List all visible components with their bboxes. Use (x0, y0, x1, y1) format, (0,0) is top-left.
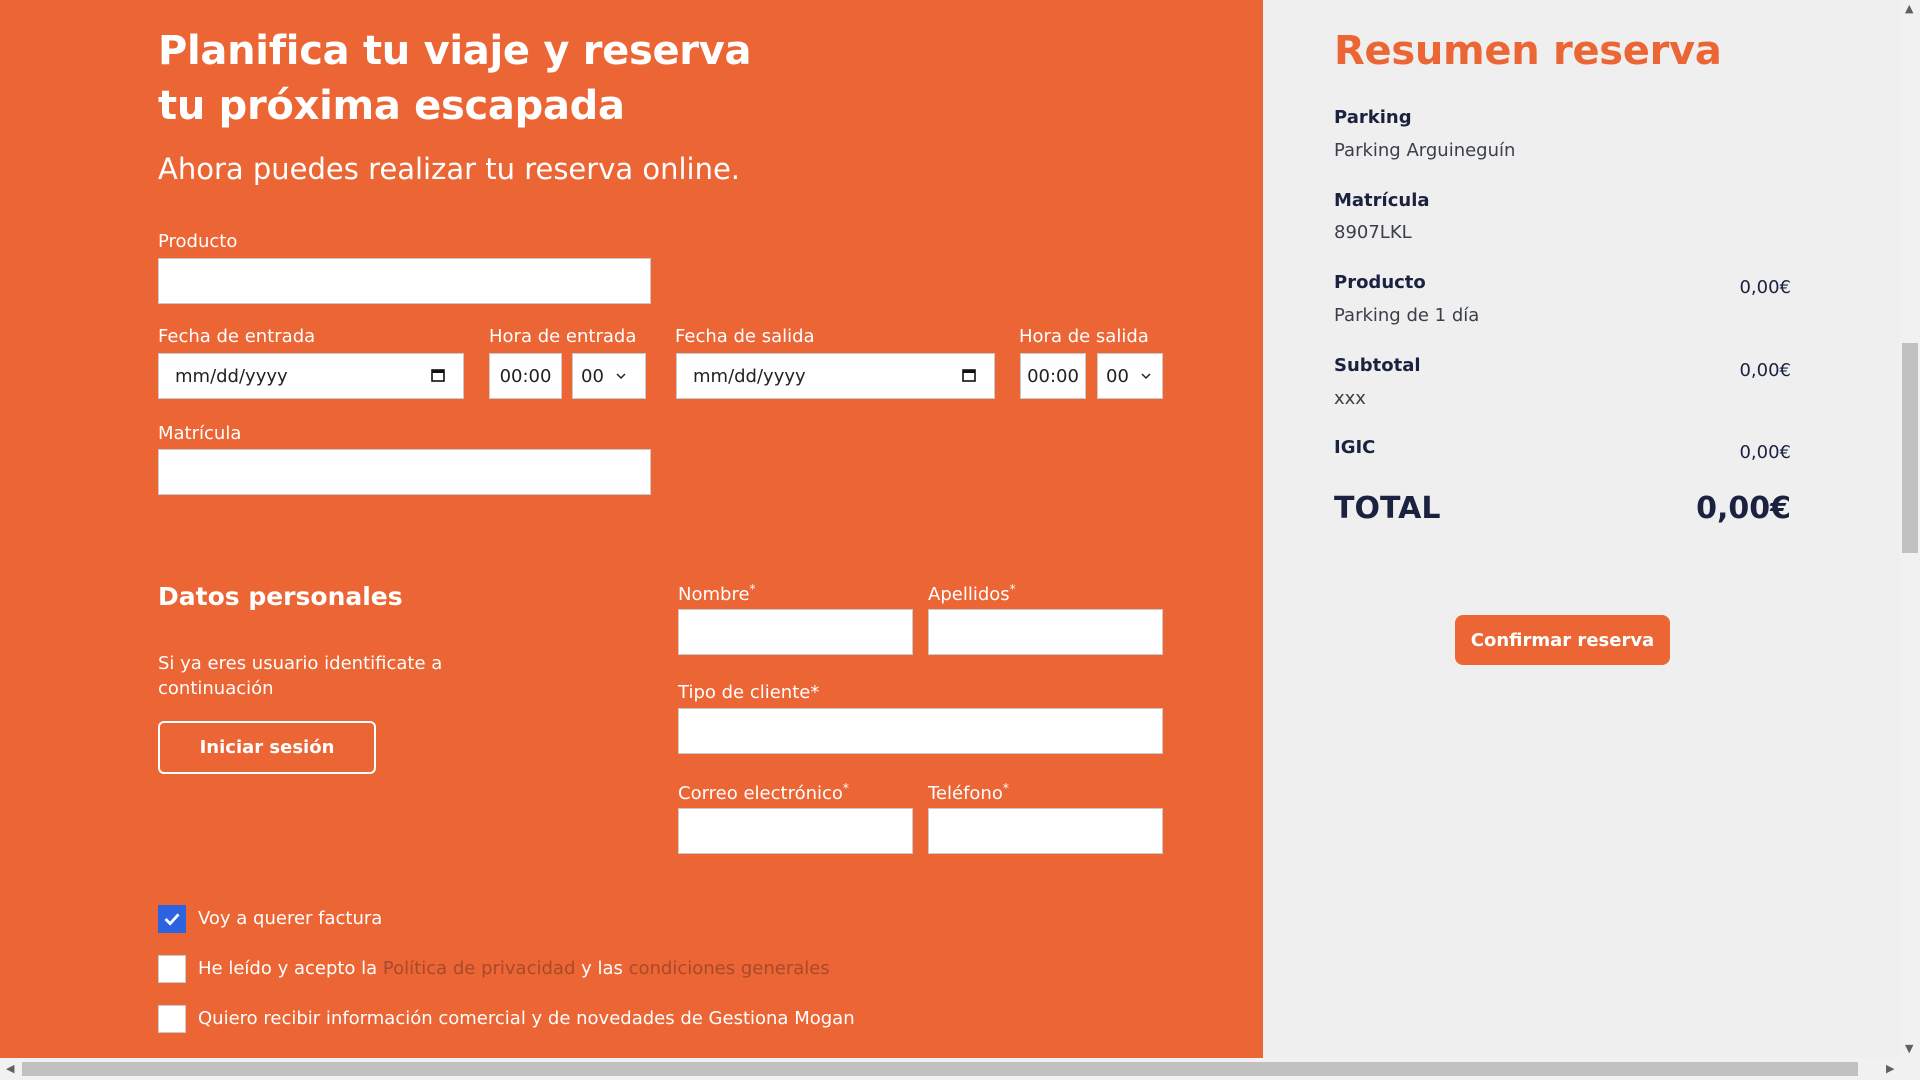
scroll-right-arrow-icon[interactable]: ▶ (1886, 1062, 1894, 1075)
hora-salida-label: Hora de salida (1019, 326, 1149, 347)
privacy-policy-link[interactable]: Política de privacidad (383, 958, 575, 979)
hora-entrada-hour-field[interactable]: 00:00 (489, 353, 562, 399)
vertical-scrollbar[interactable]: ▲ ▼ (1900, 0, 1920, 1058)
calendar-icon[interactable] (962, 368, 976, 382)
summary-title: Resumen reserva (1334, 28, 1722, 74)
chevron-down-icon (616, 373, 626, 380)
hora-entrada-minutes-value: 00 (581, 365, 604, 387)
general-conditions-link[interactable]: condiciones generales (629, 958, 830, 979)
fecha-entrada-label: Fecha de entrada (158, 326, 316, 347)
summary-producto-label: Producto (1334, 272, 1426, 293)
summary-matricula-value: 8907LKL (1334, 222, 1412, 243)
fecha-salida-field[interactable]: mm/dd/yyyy (676, 353, 995, 399)
summary-parking-label: Parking (1334, 107, 1412, 128)
summary-subtotal-amount: 0,00€ (1739, 360, 1791, 381)
fecha-salida-placeholder: mm/dd/yyyy (693, 365, 806, 387)
telefono-label: Teléfono* (928, 781, 1009, 804)
chevron-down-icon (1141, 373, 1151, 380)
apellidos-label: Apellidos* (928, 582, 1016, 605)
required-mark: * (1002, 781, 1009, 795)
scroll-down-arrow-icon[interactable]: ▼ (1905, 1042, 1913, 1055)
login-button[interactable]: Iniciar sesión (158, 721, 376, 774)
horizontal-scrollbar-thumb[interactable] (22, 1062, 1858, 1076)
producto-label: Producto (158, 231, 238, 252)
summary-subtotal-label: Subtotal (1334, 355, 1421, 376)
login-hint: Si ya eres usuario identificate a contin… (158, 653, 443, 699)
correo-field[interactable] (678, 808, 913, 854)
summary-parking-value: Parking Arguineguín (1334, 140, 1516, 161)
correo-label: Correo electrónico* (678, 781, 849, 804)
comercial-label: Quiero recibir información comercial y d… (198, 1008, 855, 1029)
fecha-entrada-field[interactable]: mm/dd/yyyy (158, 353, 464, 399)
required-mark: * (842, 781, 849, 795)
required-mark: * (1009, 582, 1016, 596)
summary-subtotal-value: xxx (1334, 388, 1366, 409)
fecha-entrada-placeholder: mm/dd/yyyy (175, 365, 288, 387)
hora-salida-minutes-value: 00 (1106, 365, 1129, 387)
factura-checkbox[interactable] (158, 905, 186, 933)
matricula-label: Matrícula (158, 423, 242, 444)
vertical-scrollbar-thumb[interactable] (1902, 343, 1918, 553)
hora-entrada-minutes-select[interactable]: 00 (572, 353, 646, 399)
scroll-up-arrow-icon[interactable]: ▲ (1905, 2, 1913, 15)
scroll-left-arrow-icon[interactable]: ◀ (6, 1062, 14, 1075)
tipo-cliente-field[interactable] (678, 708, 1163, 754)
nombre-field[interactable] (678, 609, 913, 655)
datos-personales-title: Datos personales (158, 582, 403, 611)
apellidos-field[interactable] (928, 609, 1163, 655)
factura-label: Voy a querer factura (198, 908, 383, 929)
summary-total-amount: 0,00€ (1696, 491, 1791, 526)
horizontal-scrollbar[interactable]: ◀ ▶ (0, 1058, 1920, 1080)
page-title: Planifica tu viaje y reserva tu próxima … (158, 28, 752, 129)
confirm-booking-button[interactable]: Confirmar reserva (1455, 615, 1670, 665)
booking-form-panel: Planifica tu viaje y reserva tu próxima … (0, 0, 1263, 1058)
summary-igic-amount: 0,00€ (1739, 442, 1791, 463)
hora-entrada-label: Hora de entrada (489, 326, 637, 347)
calendar-icon[interactable] (431, 368, 445, 382)
telefono-field[interactable] (928, 808, 1163, 854)
producto-field[interactable] (158, 258, 651, 304)
matricula-field[interactable] (158, 449, 651, 495)
summary-matricula-label: Matrícula (1334, 190, 1430, 211)
checkmark-icon (164, 913, 180, 926)
hora-salida-minutes-select[interactable]: 00 (1097, 353, 1163, 399)
terms-label: He leído y acepto la Política de privaci… (198, 958, 830, 979)
fecha-salida-label: Fecha de salida (675, 326, 815, 347)
summary-producto-value: Parking de 1 día (1334, 305, 1480, 326)
tipo-cliente-label: Tipo de cliente* (678, 682, 820, 703)
page-subtitle: Ahora puedes realizar tu reserva online. (158, 152, 741, 186)
summary-igic-label: IGIC (1334, 437, 1376, 458)
summary-producto-amount: 0,00€ (1739, 277, 1791, 298)
required-mark: * (749, 582, 756, 596)
hora-salida-hour-field[interactable]: 00:00 (1020, 353, 1086, 399)
terms-checkbox[interactable] (158, 955, 186, 983)
comercial-checkbox[interactable] (158, 1005, 186, 1033)
summary-total-label: TOTAL (1334, 491, 1441, 526)
nombre-label: Nombre* (678, 582, 756, 605)
